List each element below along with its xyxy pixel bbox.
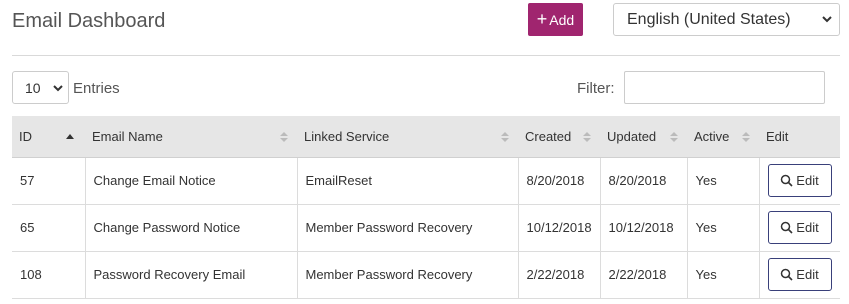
cell-updated: 2/22/2018	[600, 251, 688, 299]
sort-icon	[583, 132, 591, 142]
email-table: ID Email Name Linked Service Created Upd…	[12, 116, 840, 299]
filter-input[interactable]	[624, 71, 825, 104]
cell-linked-service: Member Password Recovery	[297, 204, 519, 252]
cell-created: 8/20/2018	[518, 157, 601, 205]
add-button-label: Add	[549, 11, 575, 28]
table-row: 57 Change Email Notice EmailReset 8/20/2…	[12, 157, 840, 205]
table-header-row: ID Email Name Linked Service Created Upd…	[12, 116, 840, 158]
cell-created: 2/22/2018	[518, 251, 601, 299]
cell-email-name: Password Recovery Email	[85, 251, 298, 299]
search-icon	[781, 268, 793, 281]
edit-button[interactable]: Edit	[767, 258, 832, 291]
edit-button-label: Edit	[796, 220, 819, 235]
entries-select[interactable]: 10	[12, 71, 69, 104]
cell-id: 108	[12, 251, 86, 299]
cell-linked-service: EmailReset	[297, 157, 519, 205]
cell-active: Yes	[687, 251, 760, 299]
cell-id: 65	[12, 204, 86, 252]
chevron-down-icon	[822, 16, 832, 23]
cell-email-name: Change Email Notice	[85, 157, 298, 205]
column-header-active[interactable]: Active	[687, 116, 759, 158]
cell-id: 57	[12, 157, 86, 205]
cell-edit: Edit	[759, 157, 840, 205]
entries-select-value: 10	[25, 79, 41, 96]
cell-updated: 10/12/2018	[600, 204, 688, 252]
add-button[interactable]: + Add	[528, 3, 583, 36]
cell-created: 10/12/2018	[518, 204, 601, 252]
sort-icon	[742, 132, 750, 142]
edit-button[interactable]: Edit	[767, 211, 832, 244]
edit-button[interactable]: Edit	[767, 164, 832, 197]
cell-edit: Edit	[759, 204, 840, 252]
header-divider	[12, 55, 840, 56]
sort-icon	[670, 132, 678, 142]
sort-asc-icon	[66, 134, 74, 139]
column-header-created[interactable]: Created	[518, 116, 600, 158]
edit-button-label: Edit	[796, 267, 819, 282]
cell-email-name: Change Password Notice	[85, 204, 298, 252]
column-header-linked-service[interactable]: Linked Service	[297, 116, 518, 158]
table-row: 65 Change Password Notice Member Passwor…	[12, 204, 840, 252]
sort-icon	[280, 132, 288, 142]
column-header-email-name[interactable]: Email Name	[85, 116, 297, 158]
cell-updated: 8/20/2018	[600, 157, 688, 205]
language-select-value: English (United States)	[627, 10, 791, 28]
search-icon	[781, 221, 793, 234]
page-title: Email Dashboard	[12, 10, 166, 32]
cell-linked-service: Member Password Recovery	[297, 251, 519, 299]
column-header-edit: Edit	[759, 116, 840, 158]
cell-active: Yes	[687, 157, 760, 205]
language-select[interactable]: English (United States)	[613, 3, 840, 36]
cell-active: Yes	[687, 204, 760, 252]
column-header-id[interactable]: ID	[12, 116, 85, 158]
filter-label: Filter:	[577, 80, 615, 97]
column-header-updated[interactable]: Updated	[600, 116, 687, 158]
plus-icon: +	[536, 8, 548, 29]
sort-icon	[501, 132, 509, 142]
table-row: 108 Password Recovery Email Member Passw…	[12, 251, 840, 299]
edit-button-label: Edit	[796, 173, 819, 188]
cell-edit: Edit	[759, 251, 840, 299]
entries-label: Entries	[73, 80, 120, 97]
chevron-down-icon	[53, 85, 63, 92]
search-icon	[781, 174, 793, 187]
